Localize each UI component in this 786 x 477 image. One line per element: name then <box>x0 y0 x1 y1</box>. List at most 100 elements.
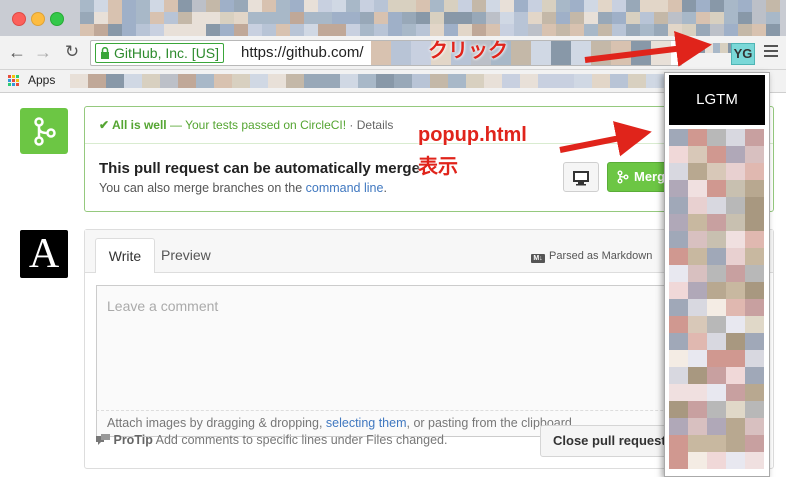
thumbnail-tile[interactable] <box>669 163 688 180</box>
comment-textarea[interactable]: Leave a comment <box>96 285 763 411</box>
thumbnail-tile[interactable] <box>688 248 707 265</box>
thumbnail-tile[interactable] <box>726 452 745 469</box>
back-arrow-icon[interactable]: ← <box>7 42 27 62</box>
thumbnail-tile[interactable] <box>688 146 707 163</box>
thumbnail-tile[interactable] <box>745 350 764 367</box>
thumbnail-tile[interactable] <box>726 282 745 299</box>
thumbnail-tile[interactable] <box>707 214 726 231</box>
thumbnail-tile[interactable] <box>726 248 745 265</box>
thumbnail-tile[interactable] <box>688 316 707 333</box>
thumbnail-tile[interactable] <box>669 384 688 401</box>
thumbnail-tile[interactable] <box>726 163 745 180</box>
thumbnail-tile[interactable] <box>669 418 688 435</box>
thumbnail-tile[interactable] <box>707 282 726 299</box>
thumbnail-tile[interactable] <box>726 401 745 418</box>
yg-extension-icon[interactable]: YG <box>731 43 755 65</box>
ev-certificate-badge[interactable]: GitHub, Inc. [US] <box>95 43 225 63</box>
thumbnail-tile[interactable] <box>707 299 726 316</box>
thumbnail-tile[interactable] <box>669 401 688 418</box>
thumbnail-tile[interactable] <box>745 333 764 350</box>
thumbnail-tile[interactable] <box>707 401 726 418</box>
thumbnail-tile[interactable] <box>688 452 707 469</box>
thumbnail-tile[interactable] <box>707 452 726 469</box>
thumbnail-tile[interactable] <box>726 367 745 384</box>
thumbnail-tile[interactable] <box>688 418 707 435</box>
ci-details-link[interactable]: · Details <box>349 118 393 132</box>
apps-grid-icon[interactable] <box>8 75 20 87</box>
thumbnail-tile[interactable] <box>745 282 764 299</box>
thumbnail-tile[interactable] <box>669 231 688 248</box>
open-in-desktop-button[interactable] <box>563 162 599 192</box>
thumbnail-tile[interactable] <box>726 231 745 248</box>
thumbnail-tile[interactable] <box>669 316 688 333</box>
thumbnail-tile[interactable] <box>688 214 707 231</box>
thumbnail-tile[interactable] <box>745 146 764 163</box>
thumbnail-tile[interactable] <box>726 180 745 197</box>
thumbnail-tile[interactable] <box>745 214 764 231</box>
lgtm-button[interactable]: LGTM <box>669 75 765 125</box>
thumbnail-tile[interactable] <box>688 231 707 248</box>
thumbnail-tile[interactable] <box>726 384 745 401</box>
hamburger-menu-icon[interactable] <box>764 45 778 57</box>
thumbnail-tile[interactable] <box>726 299 745 316</box>
thumbnail-tile[interactable] <box>726 129 745 146</box>
thumbnail-tile[interactable] <box>688 333 707 350</box>
thumbnail-tile[interactable] <box>707 248 726 265</box>
thumbnail-tile[interactable] <box>726 214 745 231</box>
thumbnail-tile[interactable] <box>669 248 688 265</box>
thumbnail-tile[interactable] <box>745 384 764 401</box>
thumbnail-tile[interactable] <box>745 248 764 265</box>
thumbnail-tile[interactable] <box>688 401 707 418</box>
thumbnail-tile[interactable] <box>707 129 726 146</box>
thumbnail-tile[interactable] <box>726 265 745 282</box>
thumbnail-tile[interactable] <box>707 435 726 452</box>
thumbnail-tile[interactable] <box>726 146 745 163</box>
thumbnail-tile[interactable] <box>688 197 707 214</box>
command-line-link[interactable]: command line <box>306 181 384 195</box>
thumbnail-tile[interactable] <box>707 316 726 333</box>
selecting-them-link[interactable]: selecting them <box>326 416 407 430</box>
thumbnail-tile[interactable] <box>688 384 707 401</box>
forward-arrow-icon[interactable]: → <box>33 42 53 62</box>
thumbnail-tile[interactable] <box>707 180 726 197</box>
thumbnail-tile[interactable] <box>669 452 688 469</box>
thumbnail-tile[interactable] <box>707 197 726 214</box>
thumbnail-tile[interactable] <box>688 367 707 384</box>
thumbnail-tile[interactable] <box>688 129 707 146</box>
tab-preview[interactable]: Preview <box>161 238 211 272</box>
thumbnail-tile[interactable] <box>688 163 707 180</box>
thumbnail-tile[interactable] <box>745 129 764 146</box>
thumbnail-tile[interactable] <box>669 265 688 282</box>
tab-write[interactable]: Write <box>95 238 155 273</box>
thumbnail-tile[interactable] <box>745 316 764 333</box>
thumbnail-tile[interactable] <box>726 333 745 350</box>
thumbnail-tile[interactable] <box>707 350 726 367</box>
thumbnail-tile[interactable] <box>745 299 764 316</box>
thumbnail-tile[interactable] <box>745 180 764 197</box>
thumbnail-tile[interactable] <box>669 435 688 452</box>
thumbnail-tile[interactable] <box>707 418 726 435</box>
thumbnail-tile[interactable] <box>688 435 707 452</box>
thumbnail-tile[interactable] <box>726 316 745 333</box>
thumbnail-tile[interactable] <box>707 333 726 350</box>
thumbnail-tile[interactable] <box>688 180 707 197</box>
zoom-window-button[interactable] <box>50 12 64 26</box>
thumbnail-tile[interactable] <box>707 231 726 248</box>
thumbnail-tile[interactable] <box>745 265 764 282</box>
thumbnail-tile[interactable] <box>669 282 688 299</box>
thumbnail-tile[interactable] <box>745 401 764 418</box>
thumbnail-tile[interactable] <box>707 146 726 163</box>
thumbnail-tile[interactable] <box>707 265 726 282</box>
thumbnail-tile[interactable] <box>669 129 688 146</box>
thumbnail-tile[interactable] <box>707 367 726 384</box>
avatar[interactable]: A <box>20 230 68 278</box>
thumbnail-tile[interactable] <box>669 197 688 214</box>
markdown-note[interactable]: M↓ Parsed as Markdown <box>531 250 652 263</box>
thumbnail-tile[interactable] <box>726 435 745 452</box>
thumbnail-tile[interactable] <box>745 418 764 435</box>
thumbnail-tile[interactable] <box>745 367 764 384</box>
thumbnail-tile[interactable] <box>707 163 726 180</box>
thumbnail-tile[interactable] <box>688 299 707 316</box>
thumbnail-tile[interactable] <box>707 384 726 401</box>
close-pull-request-button[interactable]: Close pull request <box>540 425 680 457</box>
